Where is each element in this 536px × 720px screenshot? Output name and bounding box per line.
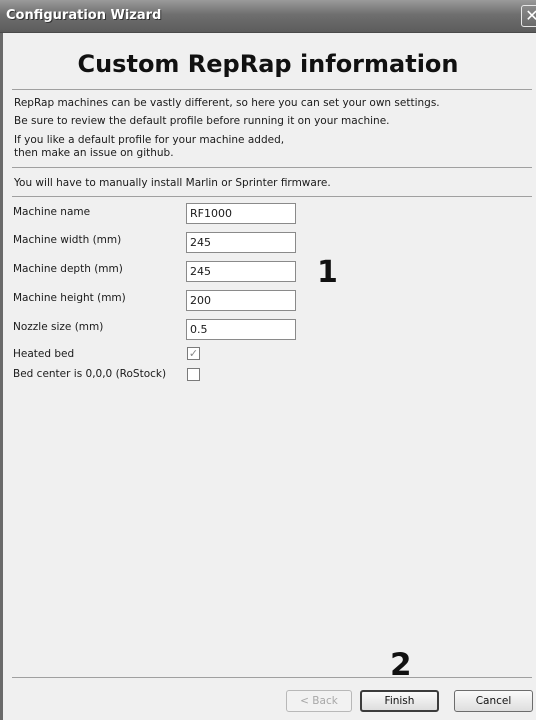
divider xyxy=(12,196,532,197)
info-text: If you like a default profile for your m… xyxy=(14,134,285,146)
configuration-wizard-window: Configuration Wizard ✕ Custom RepRap inf… xyxy=(0,0,536,720)
divider xyxy=(12,89,532,90)
info-text: then make an issue on github. xyxy=(14,147,174,159)
machine-height-label: Machine height (mm) xyxy=(13,292,126,304)
machine-height-input[interactable]: 200 xyxy=(186,290,296,311)
cancel-button[interactable]: Cancel xyxy=(454,690,533,712)
finish-button[interactable]: Finish xyxy=(360,690,439,712)
nozzle-size-input[interactable]: 0.5 xyxy=(186,319,296,340)
info-text: RepRap machines can be vastly different,… xyxy=(14,97,440,109)
machine-depth-label: Machine depth (mm) xyxy=(13,263,123,275)
machine-name-input[interactable]: RF1000 xyxy=(186,203,296,224)
window-title: Configuration Wizard xyxy=(6,8,162,23)
bed-center-checkbox[interactable] xyxy=(187,368,200,381)
bed-center-label: Bed center is 0,0,0 (RoStock) xyxy=(13,368,167,380)
heated-bed-label: Heated bed xyxy=(13,348,75,360)
machine-name-label: Machine name xyxy=(13,206,91,218)
heated-bed-checkbox[interactable]: ✓ xyxy=(187,347,200,360)
annotation-marker-1: 1 xyxy=(317,255,338,290)
page-title: Custom RepRap information xyxy=(77,50,459,78)
divider xyxy=(12,167,532,168)
close-icon[interactable]: ✕ xyxy=(521,5,536,27)
title-bar[interactable]: Configuration Wizard ✕ xyxy=(0,0,536,33)
nozzle-size-label: Nozzle size (mm) xyxy=(13,321,104,333)
machine-depth-input[interactable]: 245 xyxy=(186,261,296,282)
divider xyxy=(12,677,532,678)
machine-width-input[interactable]: 245 xyxy=(186,232,296,253)
firmware-note: You will have to manually install Marlin… xyxy=(14,177,331,189)
back-button[interactable]: < Back xyxy=(286,690,352,712)
machine-width-label: Machine width (mm) xyxy=(13,234,122,246)
info-text: Be sure to review the default profile be… xyxy=(14,115,390,127)
